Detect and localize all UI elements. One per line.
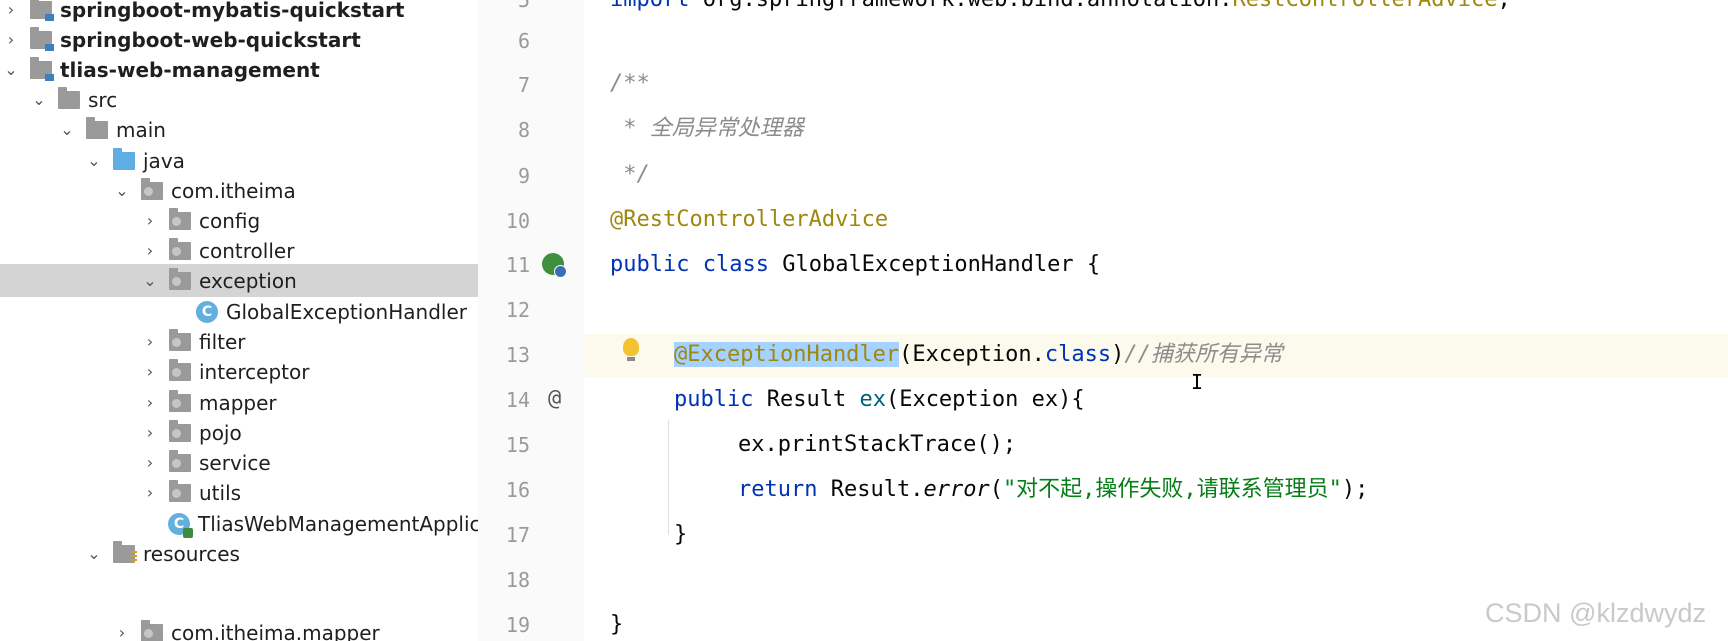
- chevron-down-icon[interactable]: ⌄: [139, 271, 161, 290]
- at-gutter-icon[interactable]: @: [548, 386, 561, 411]
- module-folder-icon: [30, 56, 54, 81]
- chevron-right-icon[interactable]: ›: [139, 453, 161, 472]
- line-number: 16: [505, 478, 530, 502]
- line-number: 17: [505, 523, 530, 547]
- tree-item-exception[interactable]: ⌄ exception: [0, 264, 478, 297]
- package-icon: [169, 449, 191, 472]
- spring-bean-gutter-icon[interactable]: [542, 253, 567, 278]
- project-tree: › springboot-mybatis-quickstart › spring…: [0, 0, 479, 641]
- chevron-right-icon[interactable]: ›: [139, 241, 161, 260]
- tree-item-utils[interactable]: › utils: [0, 476, 478, 509]
- tree-item-com-itheima[interactable]: ⌄ com.itheima: [0, 174, 478, 207]
- code-line-11: public class GlobalExceptionHandler {: [610, 252, 1101, 277]
- line-number: 10: [505, 209, 530, 233]
- indent-guide: [668, 420, 669, 535]
- source-folder-icon: [113, 147, 135, 170]
- tree-item-service[interactable]: › service: [0, 446, 478, 479]
- tree-item-globalexceptionhandler[interactable]: C GlobalExceptionHandler: [0, 295, 478, 328]
- chevron-right-icon[interactable]: ›: [139, 393, 161, 412]
- line-number: 6: [517, 29, 530, 53]
- code-line-16: return Result.error("对不起,操作失败,请联系管理员");: [738, 477, 1369, 502]
- tree-item-controller[interactable]: › controller: [0, 234, 478, 267]
- line-number: 19: [505, 613, 530, 637]
- code-line-7: /**: [610, 71, 650, 96]
- package-icon: [169, 267, 191, 290]
- tree-item-main[interactable]: ⌄ main: [0, 113, 478, 146]
- tree-item-interceptor[interactable]: › interceptor: [0, 355, 478, 388]
- line-number: 5: [517, 0, 530, 12]
- editor-gutter: 5 6 7 8 9 10 11 12 13 14 15 16 17 18 19: [478, 0, 601, 641]
- tree-item-com-itheima-mapper[interactable]: › com.itheima.mapper: [0, 616, 478, 641]
- package-icon: [169, 358, 191, 381]
- package-icon: [141, 619, 163, 641]
- line-number: 7: [517, 73, 530, 97]
- tree-item-mapper[interactable]: › mapper: [0, 386, 478, 419]
- code-line-14: public Result ex(Exception ex){: [674, 387, 1085, 412]
- code-line-8: * 全局异常处理器: [610, 116, 804, 141]
- chevron-right-icon[interactable]: ›: [139, 423, 161, 442]
- tree-item-filter[interactable]: › filter: [0, 325, 478, 358]
- folder-icon: [58, 86, 80, 109]
- line-number: 13: [505, 343, 530, 367]
- package-icon: [169, 237, 191, 260]
- package-icon: [169, 419, 191, 442]
- chevron-down-icon[interactable]: ⌄: [0, 60, 22, 79]
- tree-item-config[interactable]: › config: [0, 204, 478, 237]
- chevron-right-icon[interactable]: ›: [139, 211, 161, 230]
- resources-folder-icon: [113, 540, 137, 563]
- code-line-15: ex.printStackTrace();: [738, 432, 1017, 457]
- package-icon: [169, 389, 191, 412]
- code-line-5: import org.springframework.web.bind.anno…: [610, 0, 1511, 12]
- chevron-down-icon[interactable]: ⌄: [111, 181, 133, 200]
- tree-item-springboot-web-quickstart[interactable]: › springboot-web-quickstart: [0, 23, 478, 56]
- chevron-down-icon[interactable]: ⌄: [28, 90, 50, 109]
- module-folder-icon: [30, 26, 54, 51]
- code-line-10: @RestControllerAdvice: [610, 207, 889, 232]
- chevron-down-icon[interactable]: ⌄: [83, 544, 105, 563]
- tree-item-pojo[interactable]: › pojo: [0, 416, 478, 449]
- watermark: CSDN @klzdwydz: [1485, 598, 1706, 628]
- line-number: 12: [505, 298, 530, 322]
- spring-app-class-icon: C: [168, 512, 193, 538]
- tree-item-tliaswebmanagementapplication[interactable]: C TliasWebManagementApplic: [0, 507, 478, 540]
- line-number: 14: [505, 388, 530, 412]
- line-number: 18: [505, 568, 530, 592]
- line-number: 9: [517, 164, 530, 188]
- chevron-down-icon[interactable]: ⌄: [56, 120, 78, 139]
- chevron-right-icon[interactable]: ›: [0, 0, 22, 19]
- code-line-19: }: [610, 612, 624, 637]
- tree-item-resources[interactable]: ⌄ resources: [0, 537, 478, 570]
- package-icon: [141, 177, 163, 200]
- line-number: 8: [517, 118, 530, 142]
- chevron-right-icon[interactable]: ›: [139, 362, 161, 381]
- line-number: 11: [505, 253, 530, 277]
- class-icon: C: [196, 300, 218, 323]
- lightbulb-icon[interactable]: [623, 338, 639, 361]
- chevron-down-icon[interactable]: ⌄: [83, 151, 105, 170]
- folder-icon: [86, 116, 108, 139]
- text-cursor-icon: I: [1191, 370, 1204, 394]
- line-number: 15: [505, 433, 530, 457]
- chevron-right-icon[interactable]: ›: [111, 623, 133, 641]
- package-icon: [169, 328, 191, 351]
- tree-item-src[interactable]: ⌄ src: [0, 83, 478, 116]
- chevron-right-icon[interactable]: ›: [0, 30, 22, 49]
- code-line-17: }: [674, 522, 688, 547]
- chevron-right-icon[interactable]: ›: [139, 332, 161, 351]
- code-editor[interactable]: import org.springframework.web.bind.anno…: [584, 0, 1728, 641]
- tree-item-tlias-web-management[interactable]: ⌄ tlias-web-management: [0, 53, 478, 86]
- code-line-13: @ExceptionHandler(Exception.class)//捕获所有…: [674, 342, 1283, 367]
- code-line-9: */: [610, 162, 650, 187]
- chevron-right-icon[interactable]: ›: [139, 483, 161, 502]
- package-icon: [169, 207, 191, 230]
- package-icon: [169, 479, 191, 502]
- module-folder-icon: [30, 0, 54, 21]
- tree-item-java[interactable]: ⌄ java: [0, 144, 478, 177]
